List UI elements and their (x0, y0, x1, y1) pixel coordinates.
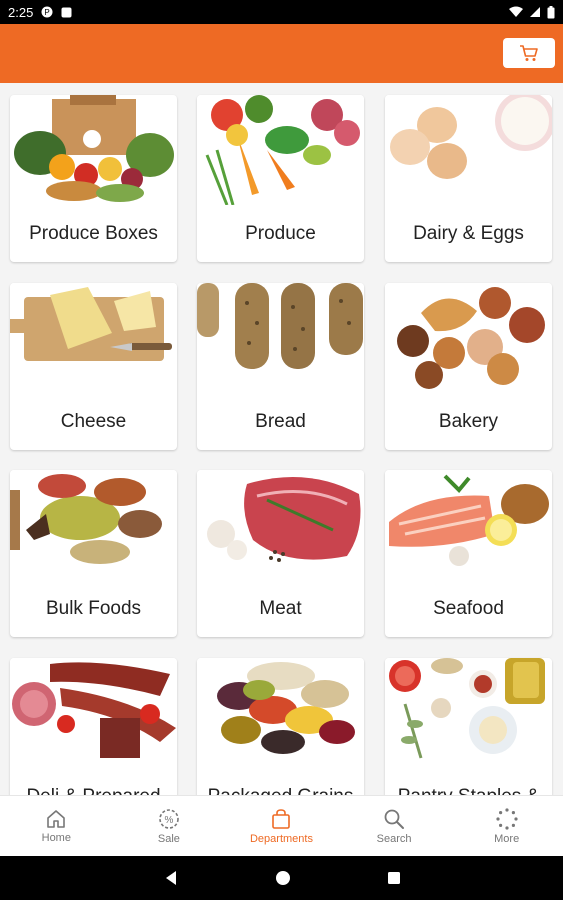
department-tile-dairy-eggs[interactable]: Dairy & Eggs (385, 95, 552, 262)
department-tile-bakery[interactable]: Bakery (385, 283, 552, 450)
search-icon (384, 809, 405, 829)
tile-label: Produce Boxes (29, 223, 158, 244)
bulk-foods-image (10, 470, 177, 580)
department-tile-packaged-grains[interactable]: Packaged Grains (197, 658, 364, 795)
tile-label: Seafood (433, 598, 504, 619)
department-grid: Produce Boxes Produce Dairy & Eggs Chees… (0, 83, 563, 795)
tile-label: Cheese (60, 411, 127, 432)
seafood-image (385, 470, 552, 580)
nav-more[interactable]: More (450, 796, 563, 856)
produce-box-image (14, 95, 174, 202)
bag-icon (272, 808, 291, 829)
svg-text:P: P (45, 8, 50, 17)
department-tile-produce-boxes[interactable]: Produce Boxes (10, 95, 177, 262)
pantry-image (385, 658, 552, 768)
cheese-image (10, 283, 177, 393)
app-notification-icon (61, 7, 72, 17)
status-time: 2:25 (8, 4, 34, 20)
more-icon (496, 807, 518, 830)
nav-home[interactable]: Home (0, 796, 113, 856)
department-tile-cheese[interactable]: Cheese (10, 283, 177, 450)
nav-more-label: More (494, 832, 520, 845)
tile-label: Packaged Grains (197, 786, 364, 795)
tile-label: Bulk Foods (45, 598, 142, 619)
nav-sale-label: Sale (157, 832, 180, 845)
sale-icon: % (159, 808, 179, 829)
department-tile-deli-prepared[interactable]: Deli & Prepared (10, 658, 177, 795)
back-icon[interactable] (163, 870, 179, 886)
bottom-nav: Home % Sale Departments Search More (0, 795, 563, 856)
nav-search[interactable]: Search (338, 796, 451, 856)
cart-button[interactable] (503, 38, 555, 68)
nav-departments-label: Departments (249, 832, 313, 845)
department-tile-pantry-staples[interactable]: Pantry Staples & (385, 658, 552, 795)
department-tile-seafood[interactable]: Seafood (385, 470, 552, 637)
department-tile-bread[interactable]: Bread (197, 283, 364, 450)
signal-icon (530, 7, 540, 17)
tile-label: Dairy & Eggs (413, 223, 524, 244)
battery-icon (547, 5, 555, 18)
nav-sale[interactable]: % Sale (113, 796, 226, 856)
produce-image (197, 95, 364, 205)
tile-label: Meat (259, 598, 302, 619)
svg-text:%: % (164, 815, 173, 826)
tile-label: Deli & Prepared (10, 786, 177, 795)
grains-image (197, 658, 364, 768)
dairy-eggs-image (385, 95, 552, 205)
cart-icon (520, 45, 538, 61)
tile-label: Pantry Staples & (385, 786, 552, 795)
department-tile-produce[interactable]: Produce (197, 95, 364, 262)
system-nav-bar (0, 856, 563, 900)
tile-label: Produce (245, 223, 316, 244)
app-bar (0, 24, 563, 83)
nav-departments[interactable]: Departments (225, 796, 338, 856)
tile-label: Bread (255, 411, 306, 432)
deli-image (10, 658, 177, 768)
nav-search-label: Search (376, 832, 412, 845)
meat-image (197, 470, 364, 580)
bread-image (197, 283, 364, 393)
department-tile-meat[interactable]: Meat (197, 470, 364, 637)
tile-label: Bakery (438, 411, 499, 432)
department-tile-bulk-foods[interactable]: Bulk Foods (10, 470, 177, 637)
notification-icon: P (41, 6, 53, 18)
bakery-image (385, 283, 552, 393)
status-bar: 2:25 P (0, 0, 563, 24)
nav-home-label: Home (41, 831, 71, 844)
home-icon (47, 809, 66, 828)
recents-icon[interactable] (387, 871, 401, 885)
wifi-icon (509, 6, 523, 17)
home-button-icon[interactable] (275, 870, 291, 886)
